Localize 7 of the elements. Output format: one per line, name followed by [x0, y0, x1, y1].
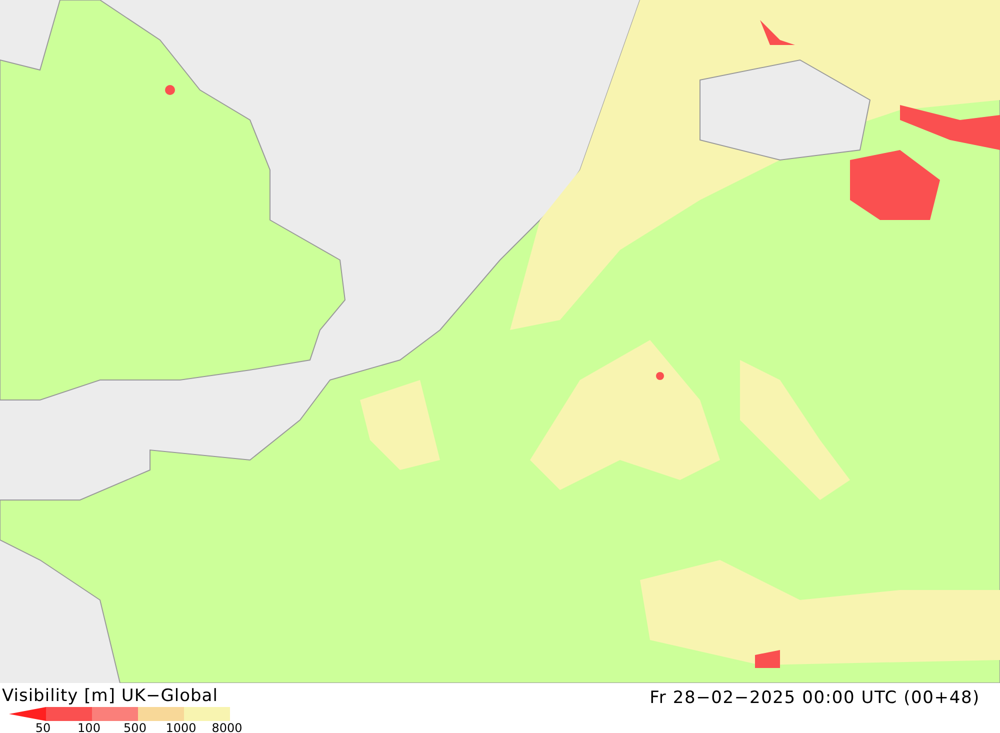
valid-time: Fr 28−02−2025 00:00 UTC (00+48): [650, 687, 980, 710]
legend-label: 500: [124, 721, 146, 733]
map-title: Visibility [m] UK−Global: [2, 685, 219, 707]
legend-label: 50: [35, 721, 51, 733]
legend-label: 100: [78, 721, 100, 733]
legend-label: 8000: [212, 721, 242, 733]
legend-label: 1000: [166, 721, 196, 733]
